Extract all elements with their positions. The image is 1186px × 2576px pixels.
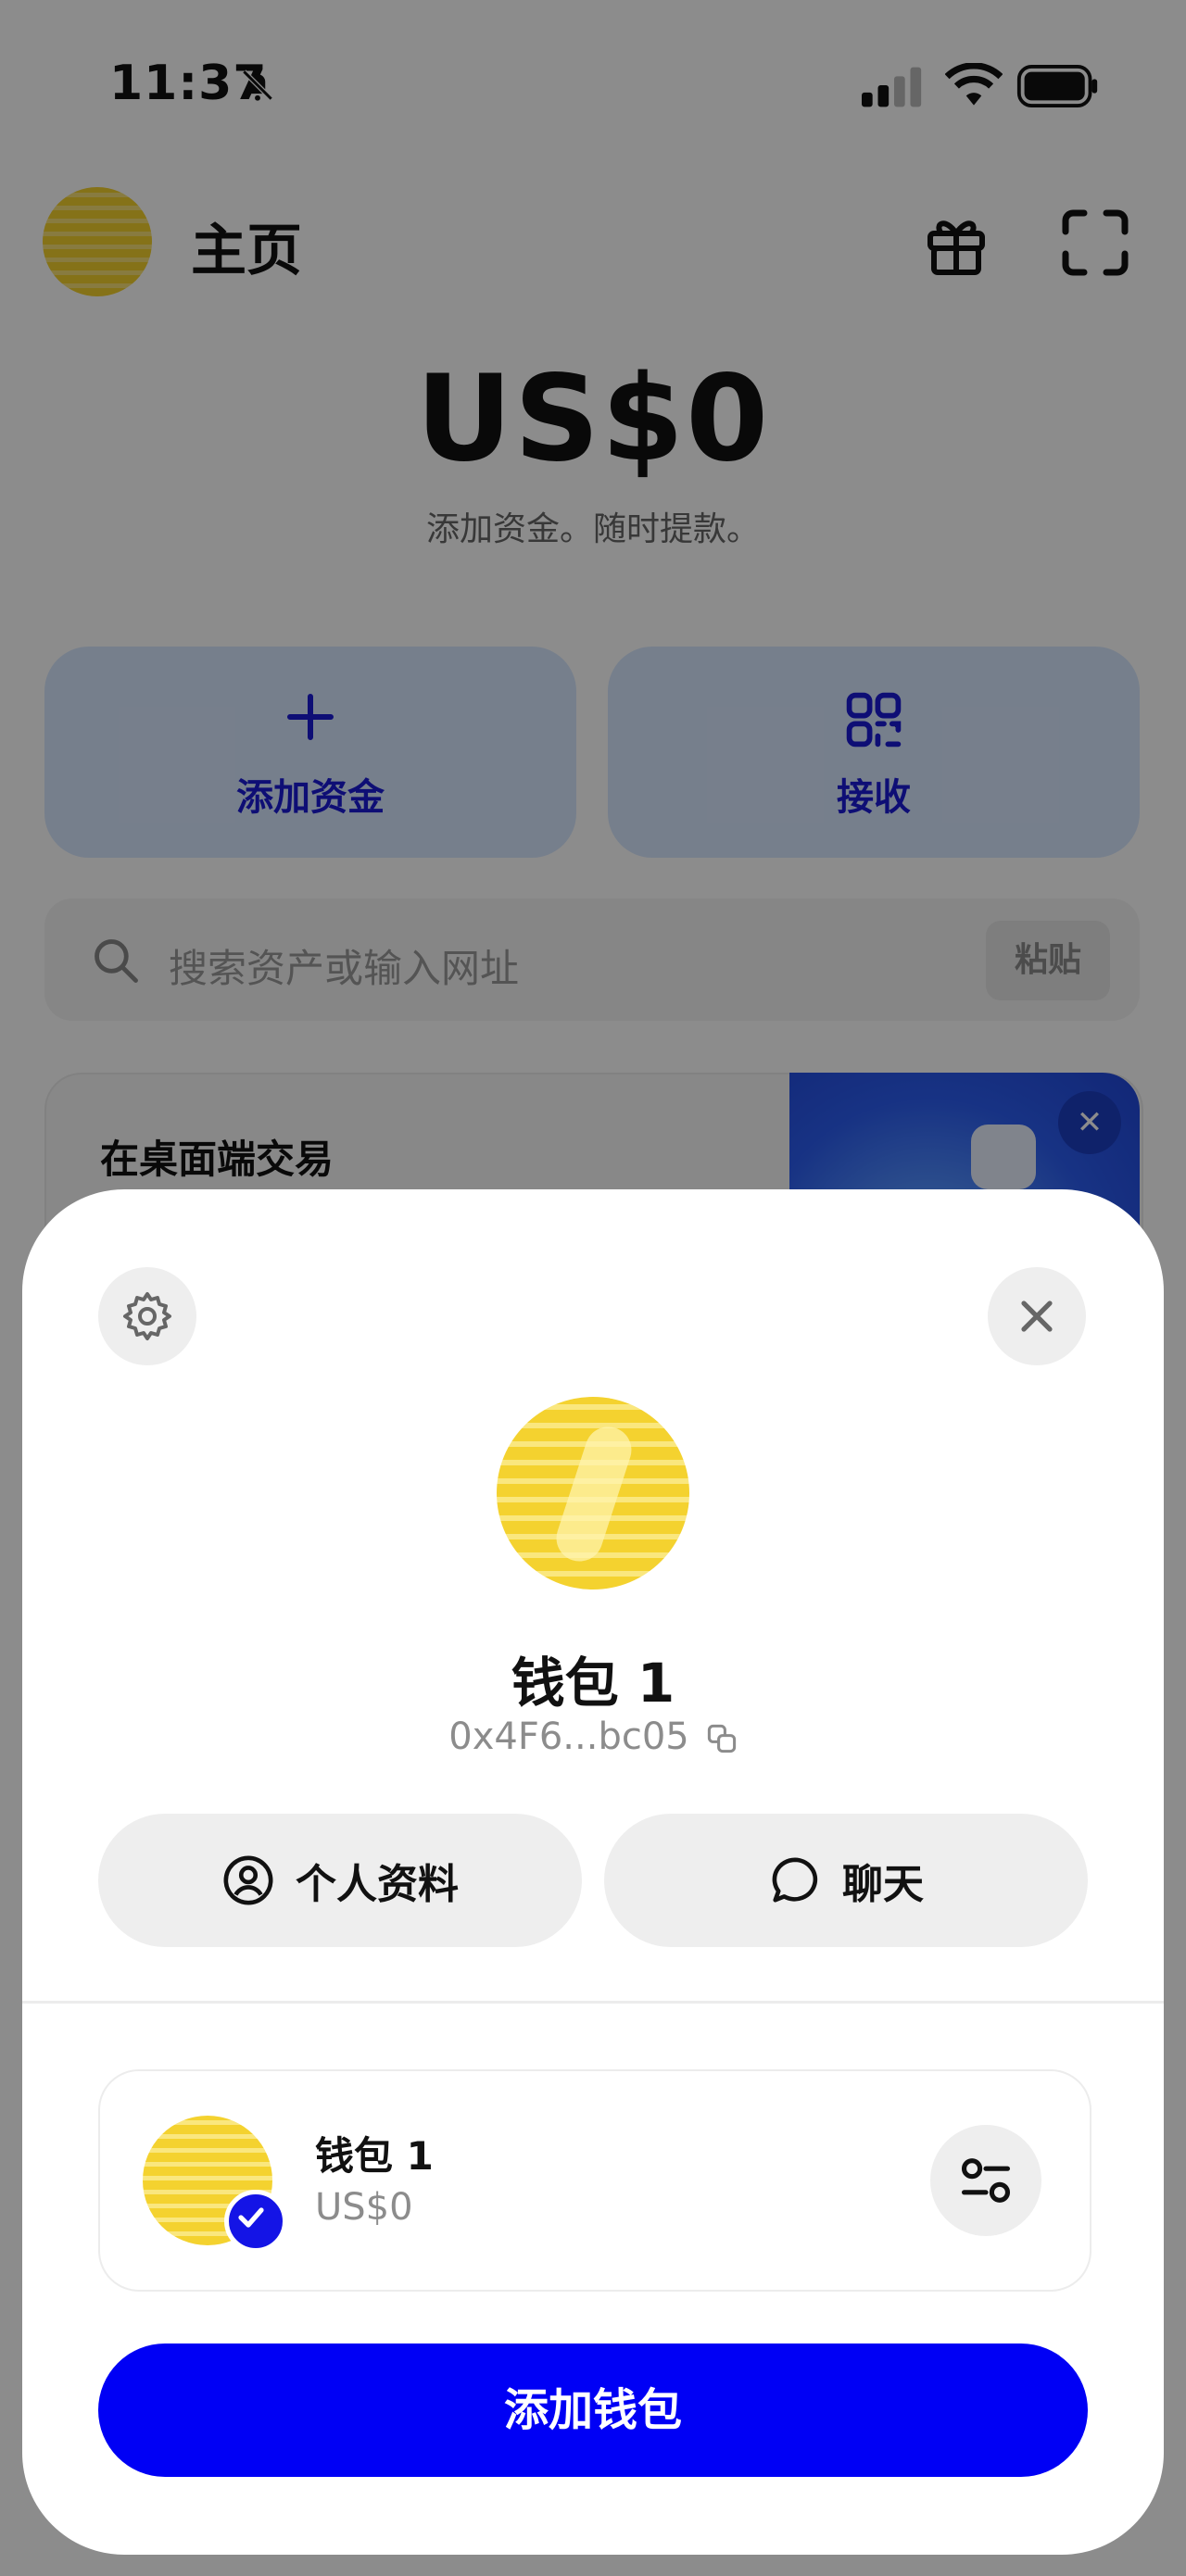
wallet-list-name: 钱包 1 (315, 2133, 434, 2179)
wallet-options-button[interactable] (930, 2125, 1041, 2236)
close-button[interactable] (988, 1267, 1086, 1365)
divider (22, 2001, 1164, 2004)
close-icon (1021, 1301, 1053, 1332)
gear-icon (123, 1292, 171, 1340)
profile-icon (223, 1855, 273, 1905)
wallet-address: 0x4F6...bc05 (448, 1715, 689, 1758)
chat-label: 聊天 (842, 1861, 924, 1908)
settings-button[interactable] (98, 1267, 196, 1365)
selected-check-icon (224, 2190, 287, 2253)
wallet-name: 钱包 1 (511, 1652, 675, 1715)
wallet-list-balance: US$0 (315, 2186, 413, 2229)
add-wallet-button[interactable]: 添加钱包 (98, 2344, 1088, 2477)
copy-icon[interactable] (706, 1723, 738, 1754)
wallet-avatar-large (497, 1397, 689, 1590)
chat-button[interactable]: 聊天 (604, 1814, 1088, 1947)
profile-button[interactable]: 个人资料 (98, 1814, 582, 1947)
chat-bubble-icon (772, 1857, 818, 1903)
wallet-address-row[interactable]: 0x4F6...bc05 (0, 1715, 1186, 1758)
profile-label: 个人资料 (296, 1861, 459, 1908)
wallet-settings-toggle-icon (961, 2158, 1011, 2203)
